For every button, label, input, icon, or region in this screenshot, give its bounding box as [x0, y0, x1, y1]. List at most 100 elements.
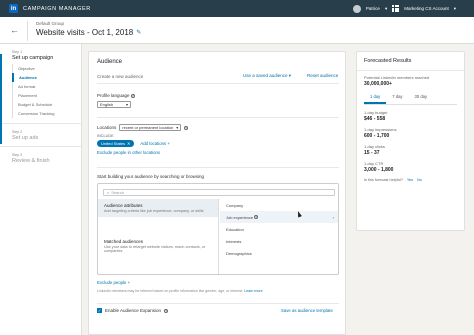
campaign-header: ← Default Group Website visits - Oct 1, … [0, 17, 474, 44]
account-chevron-down-icon[interactable]: ▾ [454, 6, 456, 12]
step-3[interactable]: Step 3 Review & finish [0, 147, 81, 164]
metric-impressions: 1-day impressions 600 - 1,700 [364, 127, 397, 139]
language-select[interactable]: English ▾ [97, 101, 131, 108]
forecast-body: Potential LinkedIn members reached 30,00… [357, 71, 464, 186]
substep-conversion-tracking[interactable]: Conversion Tracking [12, 109, 81, 118]
profile-language-label: Profile language ? [97, 93, 135, 98]
attribute-interests[interactable]: Interests [220, 235, 338, 247]
active-step-indicator [0, 54, 2, 144]
include-label: INCLUDE [97, 134, 114, 138]
metric-clicks: 1-day clicks 15 - 37 [364, 144, 385, 156]
location-chip[interactable]: United States ✕ [97, 140, 135, 147]
info-icon[interactable]: ? [254, 215, 259, 220]
forecast-tabs: 1 day 7 day 30 day [364, 92, 457, 105]
add-locations-link[interactable]: Add locations + [140, 141, 170, 146]
locations-label: Locations [97, 125, 117, 130]
forecast-card: Forecasted Results Potential LinkedIn me… [356, 51, 465, 231]
close-icon[interactable]: ✕ [127, 141, 130, 146]
search-icon: ⌕ [107, 190, 110, 195]
account-name[interactable]: Marketing CS Account [404, 6, 449, 11]
substep-placement[interactable]: Placement [12, 91, 81, 100]
attribute-education[interactable]: Education [220, 223, 338, 235]
step-name: Review & finish [12, 158, 50, 164]
back-arrow-icon[interactable]: ← [10, 25, 19, 35]
chevron-down-icon: ▾ [176, 125, 179, 130]
disclaimer: LinkedIn members may be inferred based o… [97, 289, 263, 293]
locations-section: Locations recent or permanent location ▾ … [97, 124, 339, 155]
substep-list: Objective Audience Ad format Placement B… [12, 64, 81, 118]
tab-7-day[interactable]: 7 day [386, 92, 408, 104]
audience-card: Audience Create a new audience Use a sav… [88, 51, 346, 335]
apps-grid-icon[interactable] [392, 5, 400, 12]
chevron-down-icon: ▾ [125, 102, 128, 107]
user-name[interactable]: Patrice [366, 6, 380, 11]
attribute-company[interactable]: Company [220, 199, 338, 211]
locations-row: Locations recent or permanent location ▾ … [97, 124, 339, 131]
tab-30-day[interactable]: 30 day [409, 92, 434, 104]
tab-1-day[interactable]: 1 day [364, 92, 387, 104]
divider [97, 167, 339, 168]
metric-budget: 1-day budget $46 - 558 [364, 110, 388, 122]
exclude-people-link[interactable]: Exclude people + [97, 280, 130, 285]
substep-audience[interactable]: Audience [12, 73, 81, 82]
audience-title: Audience [97, 59, 123, 65]
substep-ad-format[interactable]: Ad format [12, 82, 81, 91]
attribute-list: Company Job experience ? › Education Int… [220, 199, 338, 274]
step-label: Step 2 [12, 130, 23, 134]
step-2[interactable]: Step 2 Set up ads [0, 124, 81, 141]
top-bar: in CAMPAIGN MANAGER Patrice ▾ Marketing … [0, 0, 474, 17]
save-template-link[interactable]: Save as audience template [281, 308, 333, 313]
forecast-title: Forecasted Results [357, 52, 464, 71]
location-chips: United States ✕ Add locations + [97, 140, 339, 147]
learn-more-link[interactable]: Learn more [244, 289, 262, 293]
step-name: Set up ads [12, 135, 39, 141]
info-icon[interactable]: ? [164, 308, 169, 313]
chevron-right-icon: › [332, 214, 334, 220]
app-name: CAMPAIGN MANAGER [23, 5, 91, 12]
step-1[interactable]: Step 1 Set up campaign Objective Audienc… [0, 44, 81, 118]
category-matched-audiences[interactable]: Matched audiences Use your data to retar… [98, 235, 218, 257]
expansion-label: Enable Audience Expansion [105, 308, 162, 313]
feedback-question: Is this forecast helpful? [364, 178, 403, 182]
info-icon[interactable]: ? [184, 125, 189, 130]
step-label: Step 3 [12, 153, 23, 157]
category-list: Audience attributes Add targeting criter… [98, 199, 219, 274]
attribute-job-experience[interactable]: Job experience ? › [220, 211, 338, 223]
substep-budget-schedule[interactable]: Budget & Schedule [12, 100, 81, 109]
divider [97, 117, 339, 118]
linkedin-logo[interactable]: in [9, 4, 18, 13]
locations-mode-select[interactable]: recent or permanent location ▾ [119, 124, 182, 131]
expansion-checkbox[interactable]: ✓ [97, 308, 102, 313]
potential-value: 30,000,000+ [364, 81, 392, 87]
search-input[interactable]: ⌕ Search [103, 189, 335, 196]
substep-objective[interactable]: Objective [12, 64, 81, 73]
builder-label: Start building your audience by searchin… [97, 174, 205, 179]
exclude-locations-link[interactable]: Exclude people in other locations [97, 150, 339, 155]
edit-pencil-icon[interactable]: ✎ [136, 29, 141, 36]
audience-builder: ⌕ Search Audience attributes Add targeti… [97, 183, 339, 275]
avatar[interactable] [352, 4, 361, 13]
campaign-group-name[interactable]: Default Group [36, 21, 64, 26]
info-icon[interactable]: ? [130, 93, 135, 98]
header-divider [27, 21, 28, 41]
step-name: Set up campaign [12, 55, 54, 61]
use-saved-audience-link[interactable]: Use a saved audience ▾ [243, 73, 291, 79]
potential-label: Potential LinkedIn members reached [364, 75, 430, 80]
forecast-feedback: Is this forecast helpful? Yes No [364, 178, 457, 182]
metric-ctr: 1-day CTR 3,000 - 1,800 [364, 161, 394, 173]
top-right-controls: Patrice ▾ Marketing CS Account ▾ [352, 0, 456, 17]
feedback-no[interactable]: No [417, 178, 422, 182]
reset-audience-link[interactable]: Reset audience [307, 73, 338, 78]
chevron-down-icon[interactable]: ▾ [385, 6, 387, 12]
campaign-title: Website visits - Oct 1, 2018 [36, 28, 134, 37]
divider [97, 83, 339, 84]
profile-language-section: Profile language ? English ▾ [97, 93, 135, 108]
step-label: Step 1 [12, 50, 23, 54]
steps-sidebar: Step 1 Set up campaign Objective Audienc… [0, 44, 82, 335]
divider [97, 303, 339, 304]
audience-expansion-row: ✓ Enable Audience Expansion ? [97, 308, 169, 313]
attribute-demographics[interactable]: Demographics [220, 247, 338, 259]
category-audience-attributes[interactable]: Audience attributes Add targeting criter… [98, 199, 218, 217]
feedback-yes[interactable]: Yes [407, 178, 413, 182]
campaign-title-row: Website visits - Oct 1, 2018 ✎ [36, 28, 141, 37]
